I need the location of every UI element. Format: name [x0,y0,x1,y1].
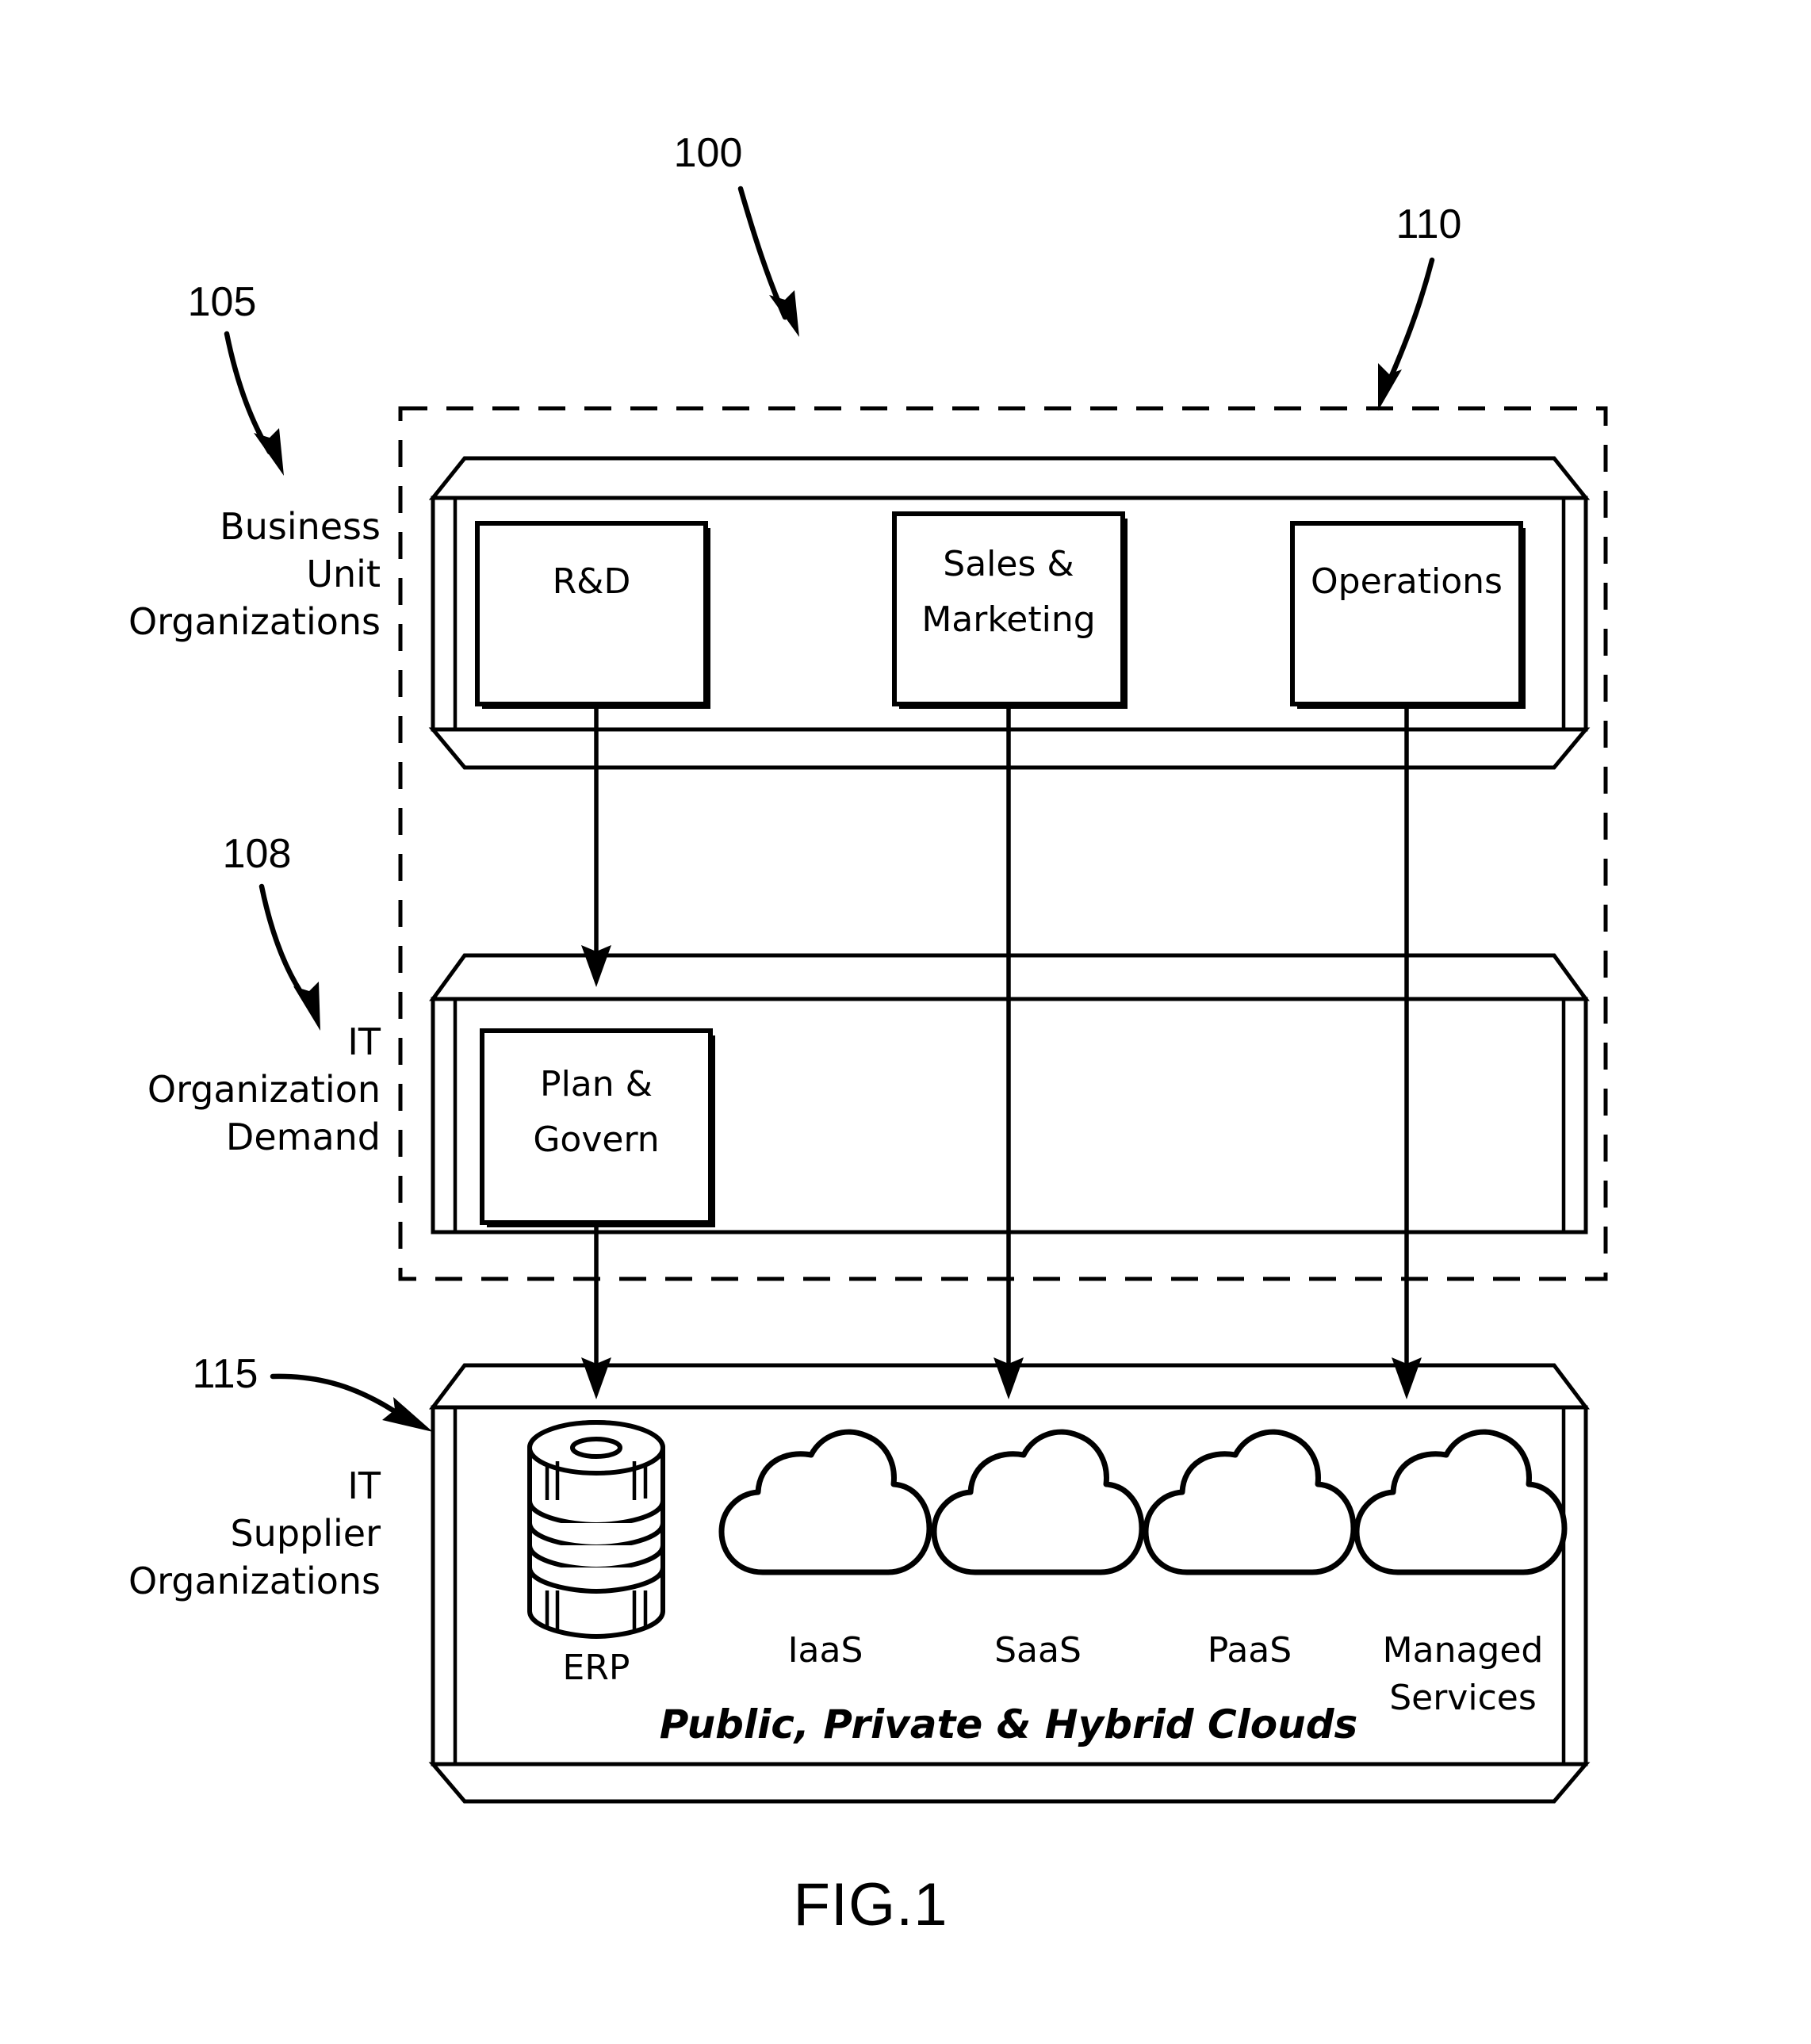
side-label-it-organization-line-0: IT [347,1020,381,1063]
supplier-label-saas: SaaS [994,1630,1082,1671]
reference-number-105: 105 [188,279,257,325]
connector-operations-to-supplier [1392,709,1422,1399]
cloud-icon [931,1429,1145,1575]
clouds-caption: Public, Private & Hybrid Clouds [660,1701,1358,1747]
node-rd[interactable]: R&D [475,521,710,709]
supplier-label-managed-line-0: Managed [1383,1630,1544,1671]
node-plan-govern[interactable]: Plan & Govern [480,1028,715,1227]
figure-caption: FIG.1 [793,1871,948,1939]
connector-rd-to-plan-govern [581,709,611,987]
database-cylinder-icon [527,1419,665,1640]
node-plan-govern-label-line-1: Govern [533,1120,659,1160]
side-label-it-supplier-line-2: Organizations [128,1560,381,1602]
node-sales-marketing-label-line-1: Marketing [921,599,1095,640]
cloud-icon [718,1429,932,1575]
side-label-it-supplier: IT Supplier Organizations [128,1464,381,1602]
node-plan-govern-label-line-0: Plan & [540,1064,653,1104]
node-operations[interactable]: Operations [1290,521,1526,709]
node-sales-marketing[interactable]: Sales & Marketing [892,511,1128,709]
reference-leader-100 [737,186,799,337]
side-label-business-unit-line-1: Unit [306,553,381,595]
reference-number-100: 100 [674,130,743,176]
cloud-icon [1353,1429,1568,1575]
connector-plan-govern-to-supplier [581,1227,611,1399]
side-label-it-supplier-line-1: Supplier [230,1512,381,1555]
reference-number-115: 115 [193,1351,258,1397]
reference-leader-115 [270,1373,433,1432]
patent-figure-1: R&D Sales & Marketing Operations Plan & … [0,0,1811,2044]
supplier-label-managed-line-1: Services [1389,1678,1537,1718]
reference-number-108: 108 [223,831,292,877]
side-label-business-unit-line-0: Business [220,505,381,548]
reference-number-110: 110 [1396,201,1462,247]
connector-sales-to-supplier [994,709,1024,1399]
node-sales-marketing-label-line-0: Sales & [943,544,1074,584]
reference-leader-110 [1378,257,1435,411]
reference-leader-108 [258,883,320,1031]
cloud-icon [1143,1429,1357,1575]
side-label-business-unit: Business Unit Organizations [128,505,381,643]
reference-leader-105 [224,331,284,476]
side-label-it-organization: IT Organization Demand [147,1020,381,1158]
supplier-label-iaas: IaaS [788,1630,863,1671]
node-rd-label-line-0: R&D [553,561,631,602]
supplier-label-paas: PaaS [1208,1630,1292,1671]
supplier-label-erp: ERP [563,1648,630,1688]
side-label-it-organization-line-1: Organization [147,1068,381,1111]
side-label-business-unit-line-2: Organizations [128,600,381,643]
node-operations-label-line-0: Operations [1311,561,1503,602]
side-label-it-organization-line-2: Demand [226,1116,381,1158]
side-label-it-supplier-line-0: IT [347,1464,381,1507]
